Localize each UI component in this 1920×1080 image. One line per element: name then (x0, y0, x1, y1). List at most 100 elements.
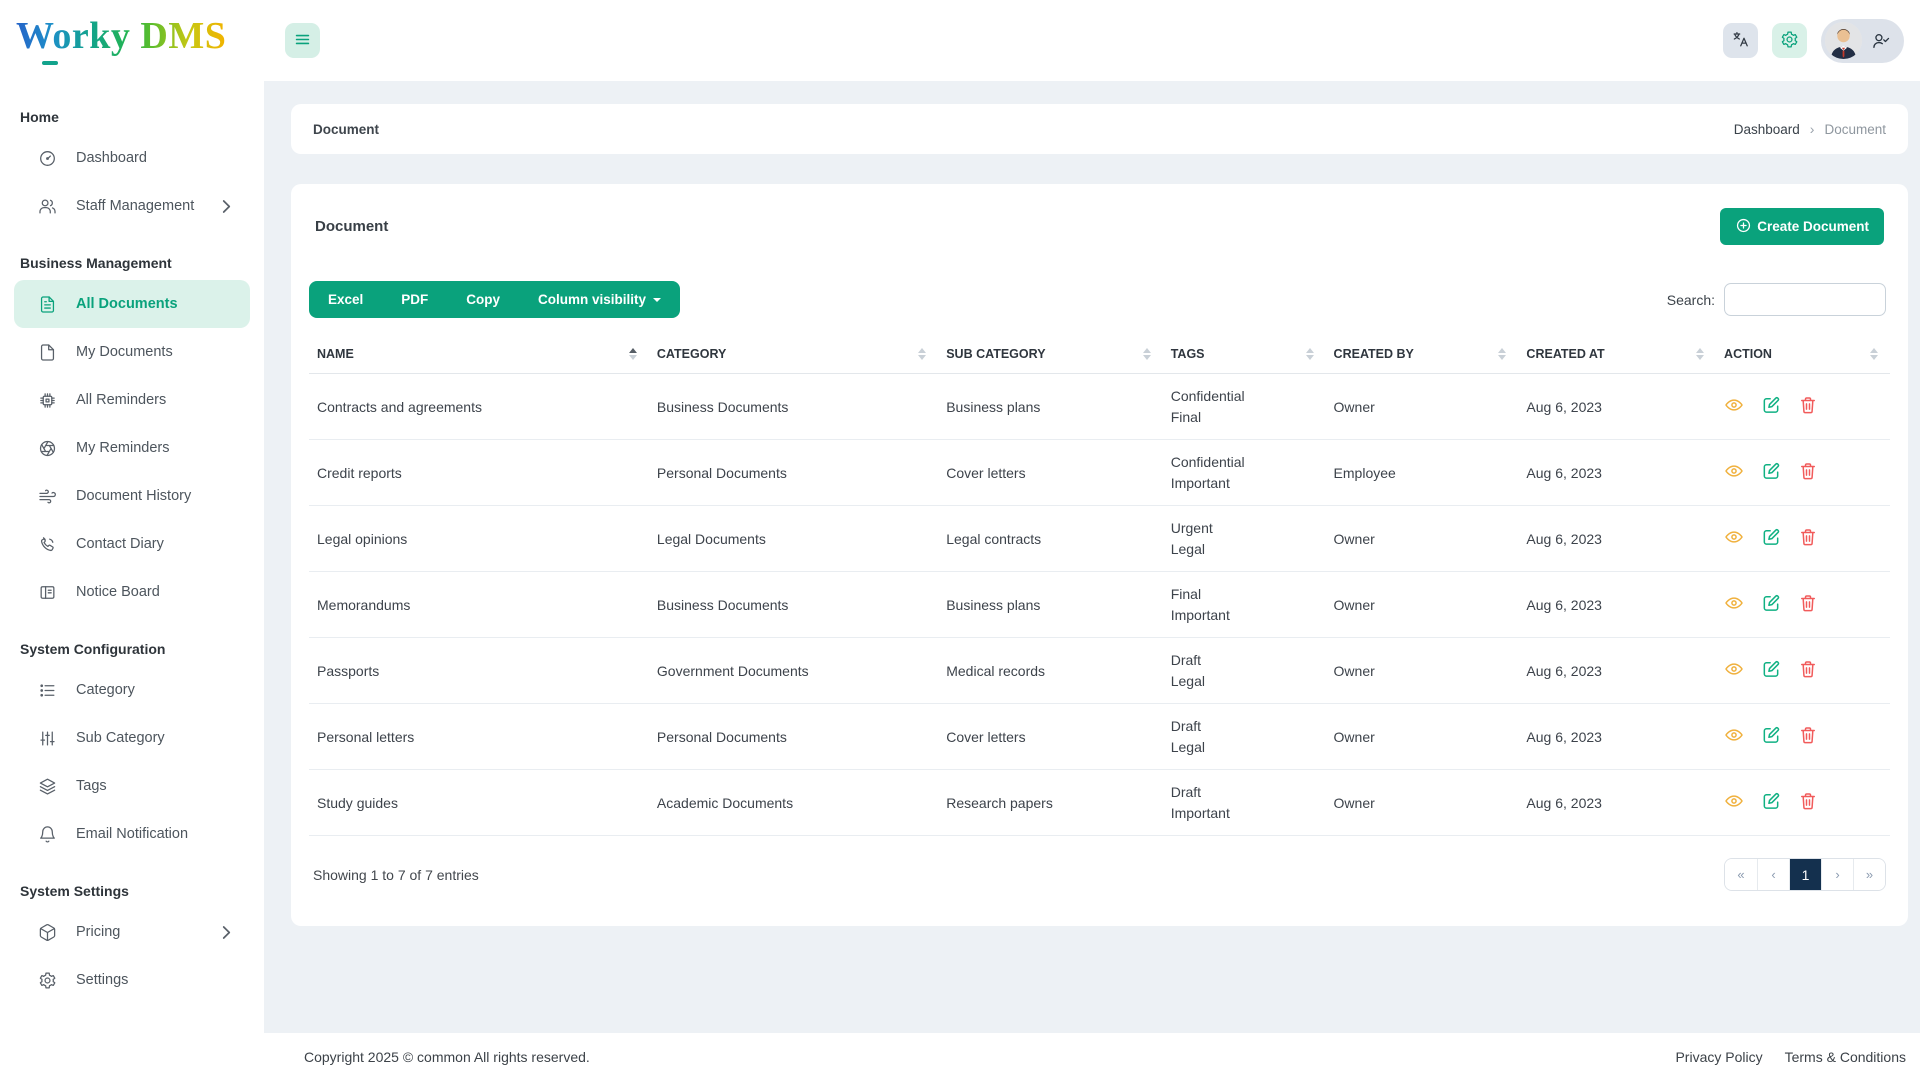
sort-arrows-icon (1305, 348, 1314, 360)
sidebar-item-document-history[interactable]: Document History (14, 472, 250, 520)
tag: Draft (1170, 652, 1202, 669)
sidebar-item-all-reminders[interactable]: All Reminders (14, 376, 250, 424)
cell-created-at: Aug 6, 2023 (1518, 703, 1717, 770)
delete-button[interactable] (1798, 593, 1818, 616)
cell-action (1716, 703, 1890, 770)
logo-dash (42, 60, 58, 65)
translate-icon (1731, 30, 1750, 52)
delete-button[interactable] (1798, 461, 1818, 484)
privacy-policy-link[interactable]: Privacy Policy (1675, 1049, 1762, 1065)
cell-created-by: Owner (1325, 373, 1519, 440)
edit-button[interactable] (1761, 461, 1781, 484)
view-button[interactable] (1724, 527, 1744, 550)
column-visibility-button[interactable]: Column visibility (519, 281, 680, 318)
cell-category: Academic Documents (648, 769, 939, 836)
breadcrumb-bar: Document Dashboard › Document (291, 104, 1908, 154)
sidebar-item-my-documents[interactable]: My Documents (14, 328, 250, 376)
next-page-button[interactable]: › (1821, 859, 1853, 890)
sidebar-item-category[interactable]: Category (14, 666, 250, 714)
edit-button[interactable] (1761, 395, 1781, 418)
edit-icon (1761, 527, 1781, 550)
sidebar-item-notice-board[interactable]: Notice Board (14, 568, 250, 616)
gear-icon (1780, 30, 1799, 52)
cell-action (1716, 769, 1890, 836)
list-icon (38, 681, 57, 700)
table-row: Memorandums Business Documents Business pl… (309, 571, 1890, 638)
view-button[interactable] (1724, 725, 1744, 748)
chip-icon (38, 391, 57, 410)
edit-button[interactable] (1761, 725, 1781, 748)
view-button[interactable] (1724, 791, 1744, 814)
cell-category: Government Documents (648, 637, 939, 704)
language-button[interactable] (1723, 23, 1758, 58)
table-head: NAME CATEGORY SUB CATEGORY TAGS CREATED BY CR… (309, 334, 1890, 374)
table-row: Contracts and agreements Business Documen… (309, 373, 1890, 440)
cell-created-by: Owner (1325, 703, 1519, 770)
sidebar-item-pricing[interactable]: Pricing (14, 908, 250, 956)
view-button[interactable] (1724, 395, 1744, 418)
cell-category: Business Documents (648, 373, 939, 440)
prev-page-button[interactable]: ‹ (1757, 859, 1789, 890)
nav-section-title-home: Home (20, 109, 59, 125)
column-header-sub-category[interactable]: SUB CATEGORY (938, 334, 1163, 374)
chevron-right-icon (217, 923, 236, 942)
create-document-button[interactable]: Create Document (1720, 208, 1884, 245)
excel-button[interactable]: Excel (309, 281, 382, 318)
view-button[interactable] (1724, 461, 1744, 484)
delete-button[interactable] (1798, 527, 1818, 550)
delete-button[interactable] (1798, 395, 1818, 418)
hamburger-icon (293, 30, 312, 52)
column-header-action[interactable]: ACTION (1716, 334, 1890, 374)
nav-section-title-system-configuration: System Configuration (20, 641, 166, 657)
tag: Draft (1170, 784, 1202, 801)
sort-arrows-icon (918, 348, 927, 360)
topbar-actions (1723, 18, 1904, 63)
delete-button[interactable] (1798, 725, 1818, 748)
cell-category: Legal Documents (648, 505, 939, 572)
edit-icon (1761, 593, 1781, 616)
sidebar-item-tags[interactable]: Tags (14, 762, 250, 810)
edit-button[interactable] (1761, 527, 1781, 550)
column-header-created-by[interactable]: CREATED BY (1325, 334, 1519, 374)
file-icon (38, 343, 57, 362)
delete-button[interactable] (1798, 659, 1818, 682)
sidebar-item-my-reminders[interactable]: My Reminders (14, 424, 250, 472)
sidebar-toggle-button[interactable] (285, 23, 320, 58)
copy-button[interactable]: Copy (447, 281, 519, 318)
view-button[interactable] (1724, 593, 1744, 616)
sidebar-item-staff-management[interactable]: Staff Management (14, 182, 250, 230)
terms-conditions-link[interactable]: Terms & Conditions (1785, 1049, 1906, 1065)
search-input[interactable] (1724, 283, 1886, 316)
first-page-button[interactable]: « (1725, 859, 1757, 890)
sort-arrows-icon (628, 348, 637, 360)
sidebar-item-settings[interactable]: Settings (14, 956, 250, 1004)
column-header-created-at[interactable]: CREATED AT (1518, 334, 1717, 374)
sort-arrows-icon (1498, 348, 1507, 360)
sidebar-item-email-notification[interactable]: Email Notification (14, 810, 250, 858)
cell-action (1716, 505, 1890, 572)
last-page-button[interactable]: » (1853, 859, 1885, 890)
page-1-button[interactable]: 1 (1789, 859, 1821, 890)
delete-button[interactable] (1798, 791, 1818, 814)
pdf-button[interactable]: PDF (382, 281, 447, 318)
aperture-icon (38, 439, 57, 458)
breadcrumb-item-dashboard[interactable]: Dashboard (1734, 122, 1800, 137)
edit-icon (1761, 461, 1781, 484)
edit-button[interactable] (1761, 659, 1781, 682)
edit-button[interactable] (1761, 593, 1781, 616)
column-header-category[interactable]: CATEGORY (648, 334, 939, 374)
sidebar-item-sub-category[interactable]: Sub Category (14, 714, 250, 762)
cell-created-at: Aug 6, 2023 (1518, 637, 1717, 704)
column-header-name[interactable]: NAME (309, 334, 649, 374)
settings-button[interactable] (1772, 23, 1807, 58)
edit-button[interactable] (1761, 791, 1781, 814)
sidebar-item-contact-diary[interactable]: Contact Diary (14, 520, 250, 568)
column-header-tags[interactable]: TAGS (1162, 334, 1326, 374)
sidebar-nav: Home Dashboard Staff Management Business Ma… (0, 84, 264, 1004)
search-label: Search: (1666, 291, 1715, 308)
sidebar-item-all-documents[interactable]: All Documents (14, 280, 250, 328)
profile-menu[interactable] (1821, 18, 1904, 63)
sidebar-item-dashboard[interactable]: Dashboard (14, 134, 250, 182)
view-button[interactable] (1724, 659, 1744, 682)
cell-created-by: Employee (1325, 439, 1519, 506)
